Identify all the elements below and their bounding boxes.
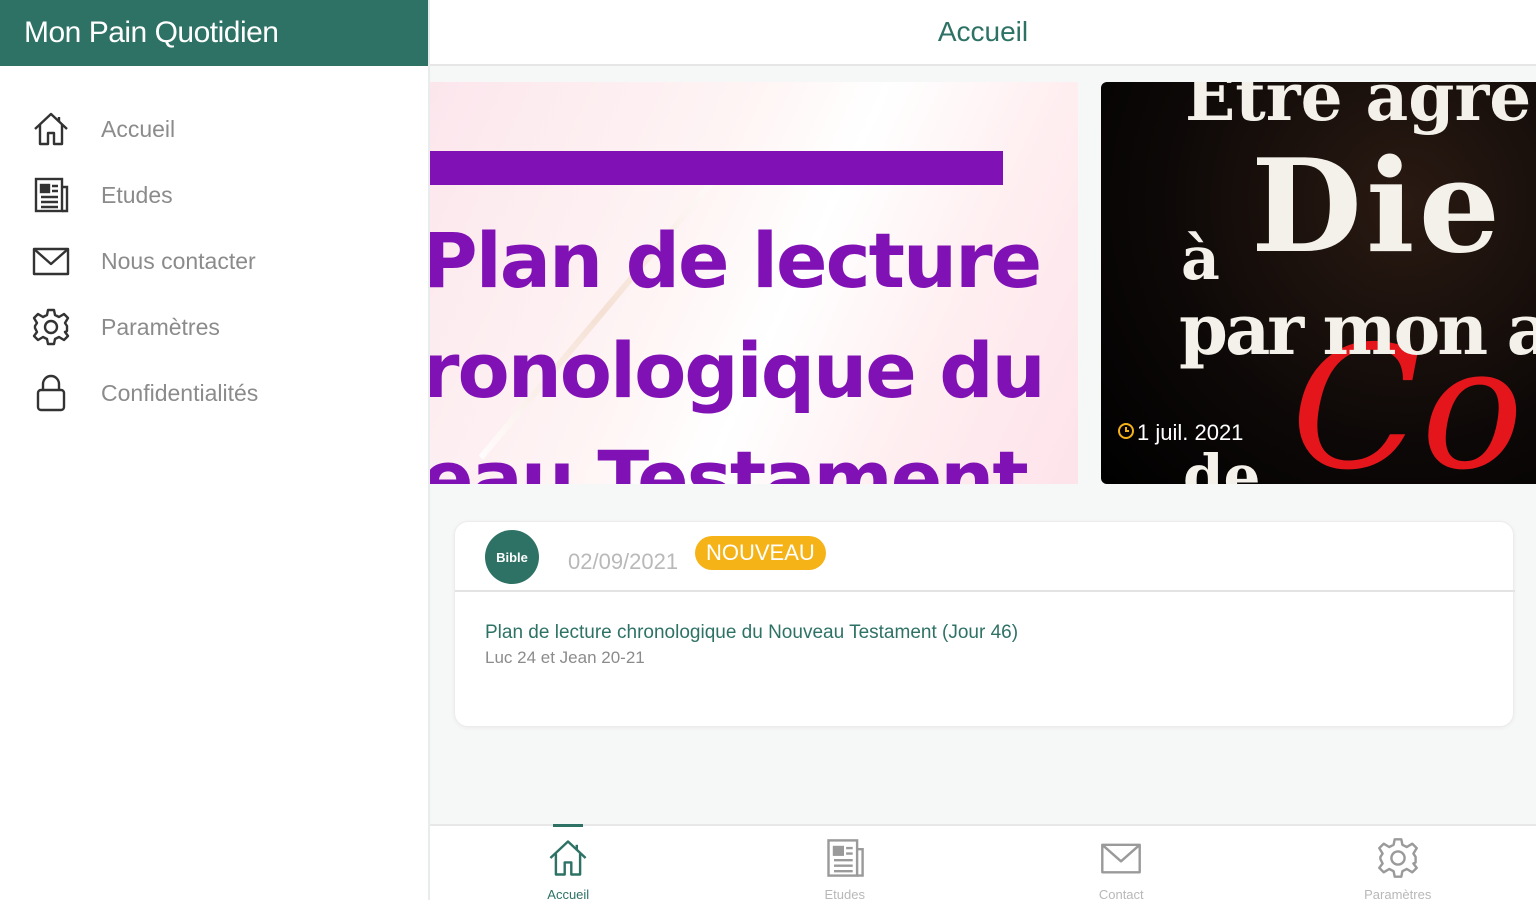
slide-text-line: ronologique du [430, 326, 1046, 415]
lock-icon [30, 372, 72, 414]
card-date: 02/09/2021 [568, 549, 679, 574]
decorative-stroke [478, 164, 728, 460]
mail-icon [1098, 836, 1144, 885]
home-icon [545, 836, 591, 885]
sidebar-item-label: Accueil [101, 115, 176, 142]
bottom-tab-etudes[interactable]: Etudes [707, 826, 984, 900]
card-title[interactable]: Plan de lecture chronologique du Nouveau… [485, 622, 1018, 644]
post-card[interactable]: Bible 02/09/2021 NOUVEAU Plan de lecture… [454, 521, 1515, 727]
app-title: Mon Pain Quotidien [0, 0, 428, 66]
main-content[interactable]: Plan de lecture ronologique du eau Testa… [430, 66, 1536, 824]
mail-icon [30, 240, 72, 282]
bottom-tab-parametres[interactable]: Paramètres [1260, 826, 1536, 900]
bottom-tab-contact[interactable]: Contact [983, 826, 1260, 900]
slide-accent-bar [430, 151, 1003, 185]
page-title: Accueil [937, 16, 1029, 47]
sidebar-item-confidentialites[interactable]: Confidentialités [0, 360, 428, 426]
home-icon [30, 108, 72, 150]
slide-text-line: Etre agré [1185, 82, 1532, 136]
sidebar-item-parametres[interactable]: Paramètres [0, 294, 428, 360]
slide-text-line: eau Testament [430, 434, 1029, 484]
card-subtitle: Luc 24 et Jean 20-21 [485, 648, 645, 667]
slide-text-line: Plan de lecture [430, 216, 1042, 305]
avatar: Bible [485, 530, 539, 584]
sidebar-item-label: Nous contacter [101, 247, 256, 274]
sidebar-item-label: Paramètres [101, 313, 220, 340]
bottom-tab-label: Contact [1098, 887, 1144, 900]
slide-text-line: de [1183, 442, 1261, 484]
slide-text-line: par mon a [1179, 288, 1536, 371]
gear-icon [30, 306, 72, 348]
slide-text-line: Die [1251, 132, 1505, 282]
card-header: Bible 02/09/2021 NOUVEAU [455, 522, 1515, 592]
bottom-tab-accueil[interactable]: Accueil [430, 824, 707, 900]
avatar-text: Bible [496, 549, 528, 565]
sidebar-item-label: Etudes [101, 181, 173, 208]
gear-icon [1375, 836, 1421, 885]
bottom-tab-label: Paramètres [1364, 887, 1432, 900]
sidebar-nav: Accueil Etudes Nous contacter Paramètres [0, 96, 428, 426]
carousel-slide-devotional[interactable]: Etre agré à Die Co par mon a de 1 juil. … [1101, 82, 1536, 484]
newspaper-icon [30, 174, 72, 216]
sidebar: Mon Pain Quotidien Accueil Etudes Nous c… [0, 0, 430, 900]
slide-text-line: à [1181, 224, 1220, 294]
bottom-tab-label: Etudes [824, 887, 865, 900]
banner-carousel[interactable]: Plan de lecture ronologique du eau Testa… [430, 82, 1536, 484]
top-bar: Accueil [430, 0, 1536, 66]
app-window: Mon Pain Quotidien Accueil Etudes Nous c… [0, 0, 1536, 900]
slide-date-text: 1 juil. 2021 [1137, 420, 1244, 445]
sidebar-item-contact[interactable]: Nous contacter [0, 228, 428, 294]
sidebar-item-label: Confidentialités [101, 379, 259, 406]
slide-date: 1 juil. 2021 [1117, 420, 1243, 446]
newspaper-icon [822, 836, 868, 885]
new-badge: NOUVEAU [695, 536, 826, 570]
bottom-nav: Accueil Etudes Contact Paramètres [430, 824, 1536, 900]
active-tab-indicator [553, 824, 584, 827]
carousel-slide-reading-plan[interactable]: Plan de lecture ronologique du eau Testa… [430, 82, 1078, 484]
sidebar-item-etudes[interactable]: Etudes [0, 162, 428, 228]
bottom-tab-label: Accueil [547, 887, 590, 900]
sidebar-item-accueil[interactable]: Accueil [0, 96, 428, 162]
clock-icon [1117, 420, 1135, 446]
